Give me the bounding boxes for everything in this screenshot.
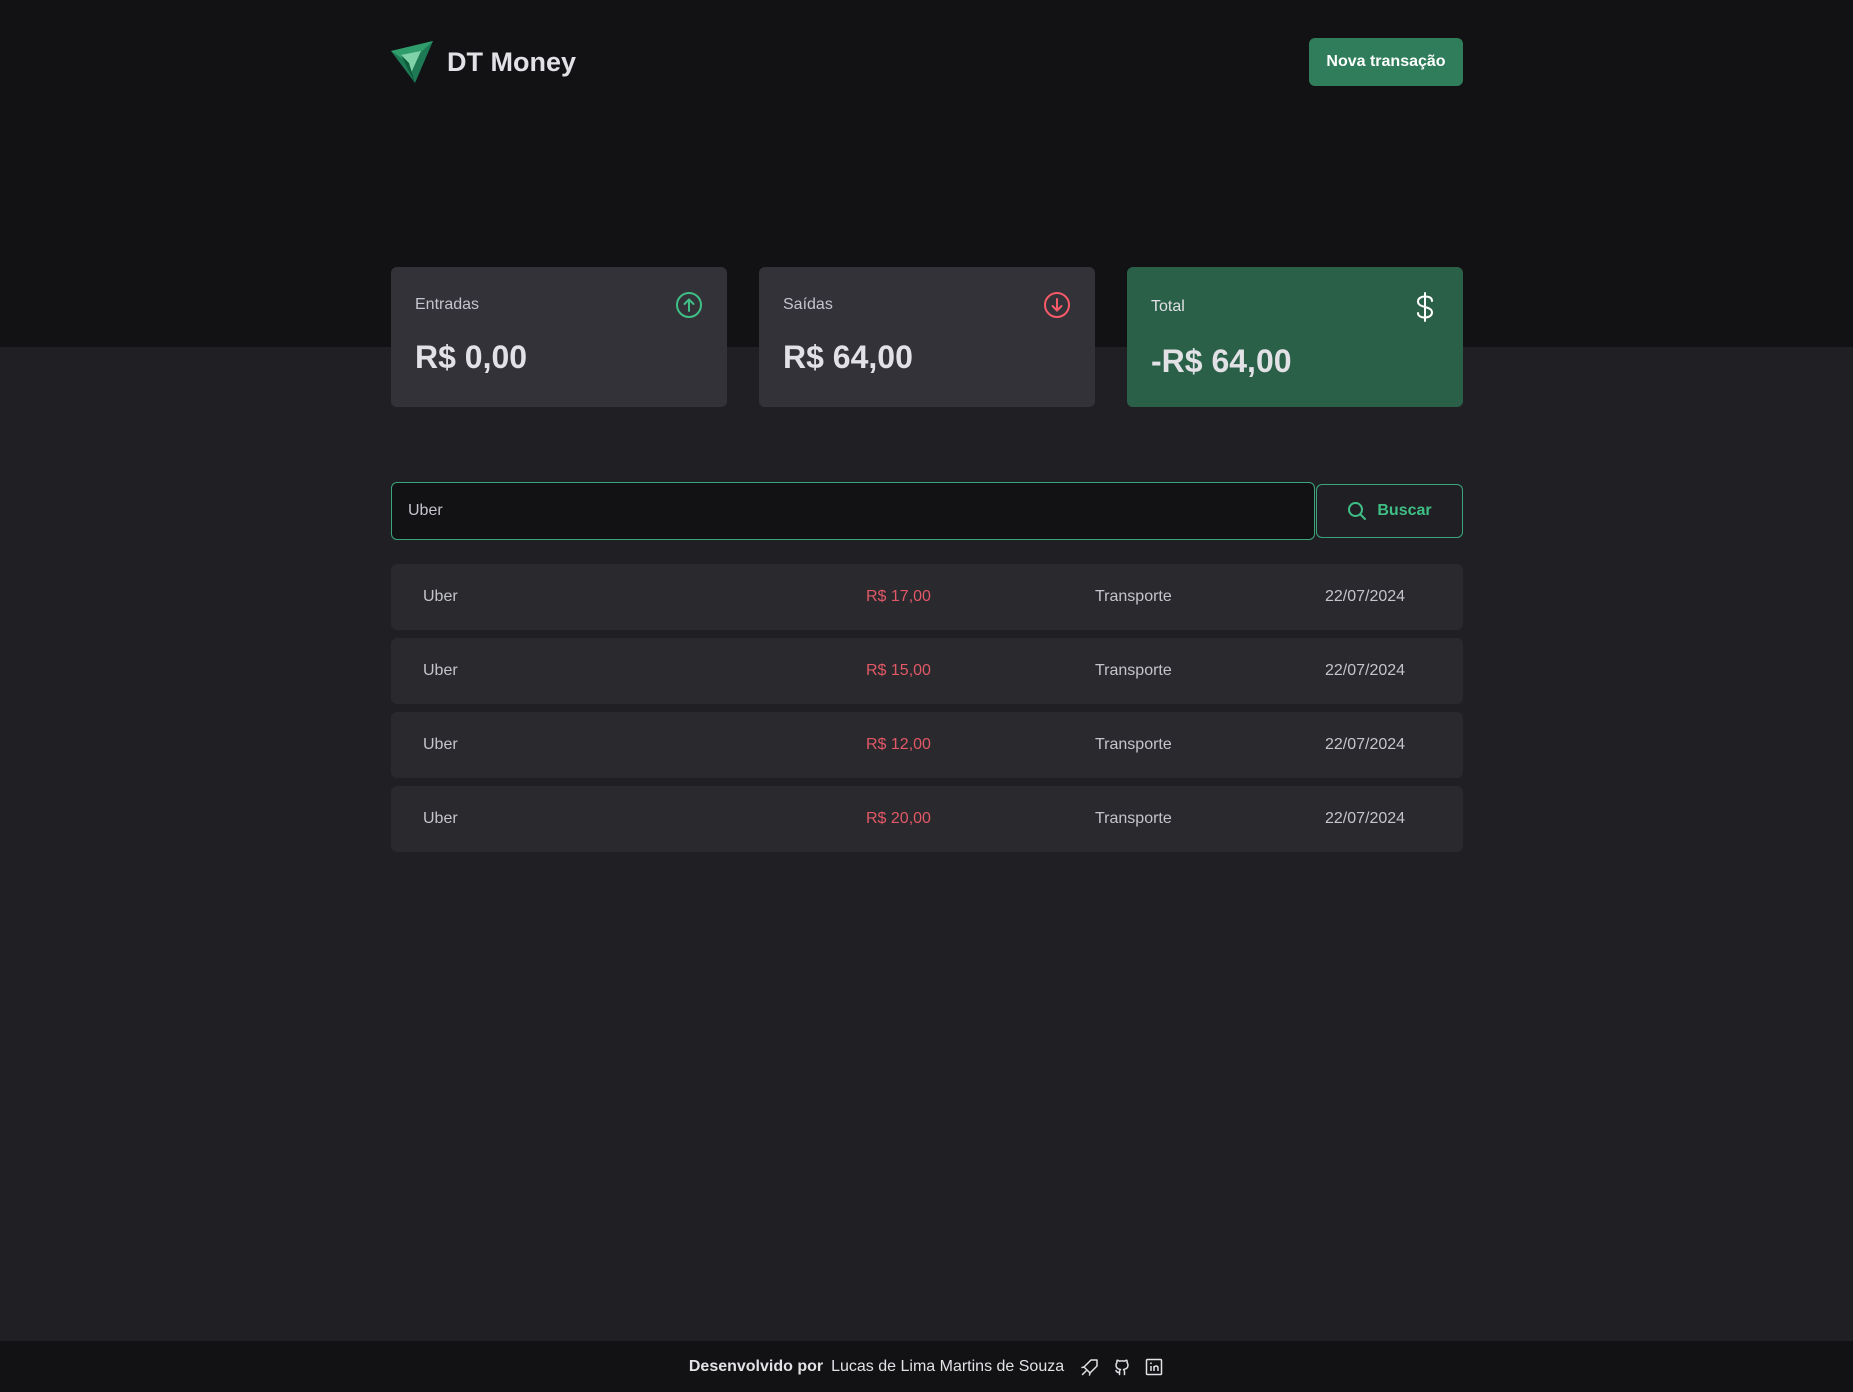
new-transaction-button[interactable]: Nova transação <box>1309 38 1463 86</box>
footer-icons <box>1080 1357 1164 1377</box>
brand: DT Money <box>391 41 576 83</box>
table-row[interactable]: Uber R$ 17,00 Transporte 22/07/2024 <box>391 564 1463 630</box>
transactions-table: Uber R$ 17,00 Transporte 22/07/2024 Uber… <box>391 564 1463 860</box>
search-button-label: Buscar <box>1377 502 1432 519</box>
total-value: -R$ 64,00 <box>1151 343 1292 379</box>
income-label: Entradas <box>415 296 480 313</box>
transaction-category: Transporte <box>1095 588 1172 605</box>
search-form: Buscar <box>391 482 1463 540</box>
summary-cards: Entradas R$ 0,00 Saídas R$ 64,00 Total -… <box>391 267 1463 407</box>
logo-icon <box>391 41 433 83</box>
brand-name: DT Money <box>447 46 577 77</box>
transaction-category: Transporte <box>1095 662 1172 679</box>
transaction-category: Transporte <box>1095 810 1172 827</box>
transaction-price: R$ 20,00 <box>866 810 931 827</box>
rocket-icon[interactable] <box>1080 1357 1100 1377</box>
transaction-description: Uber <box>423 588 458 605</box>
arrow-circle-down-icon <box>1044 292 1070 318</box>
transaction-price: R$ 15,00 <box>866 662 931 679</box>
table-row[interactable]: Uber R$ 15,00 Transporte 22/07/2024 <box>391 638 1463 704</box>
total-label: Total <box>1151 298 1185 315</box>
search-button[interactable]: Buscar <box>1316 484 1463 538</box>
github-icon[interactable] <box>1112 1357 1132 1377</box>
transaction-price: R$ 12,00 <box>866 736 931 753</box>
transaction-date: 22/07/2024 <box>1325 810 1406 827</box>
transaction-date: 22/07/2024 <box>1325 662 1406 679</box>
linkedin-icon[interactable] <box>1144 1357 1164 1377</box>
transaction-category: Transporte <box>1095 736 1172 753</box>
search-icon <box>1348 502 1367 520</box>
transaction-description: Uber <box>423 736 458 753</box>
footer-prefix: Desenvolvido por <box>688 1357 824 1375</box>
transaction-price: R$ 17,00 <box>866 588 931 605</box>
search-input[interactable] <box>391 482 1315 540</box>
outcome-value: R$ 64,00 <box>783 339 913 375</box>
income-value: R$ 0,00 <box>415 339 528 375</box>
currency-dollar-icon <box>1416 292 1434 322</box>
outcome-label: Saídas <box>783 296 833 313</box>
transaction-date: 22/07/2024 <box>1325 588 1406 605</box>
table-row[interactable]: Uber R$ 20,00 Transporte 22/07/2024 <box>391 786 1463 852</box>
total-card: Total -R$ 64,00 <box>1127 267 1463 407</box>
transaction-date: 22/07/2024 <box>1325 736 1406 753</box>
income-card: Entradas R$ 0,00 <box>391 267 727 407</box>
transaction-description: Uber <box>423 662 458 679</box>
transaction-description: Uber <box>423 810 458 827</box>
table-row[interactable]: Uber R$ 12,00 Transporte 22/07/2024 <box>391 712 1463 778</box>
footer-author: Lucas de Lima Martins de Souza <box>831 1357 1065 1375</box>
header: DT Money Nova transação <box>391 38 1463 86</box>
footer: Desenvolvido por Lucas de Lima Martins d… <box>0 1341 1853 1392</box>
arrow-circle-up-icon <box>676 292 702 318</box>
outcome-card: Saídas R$ 64,00 <box>759 267 1095 407</box>
